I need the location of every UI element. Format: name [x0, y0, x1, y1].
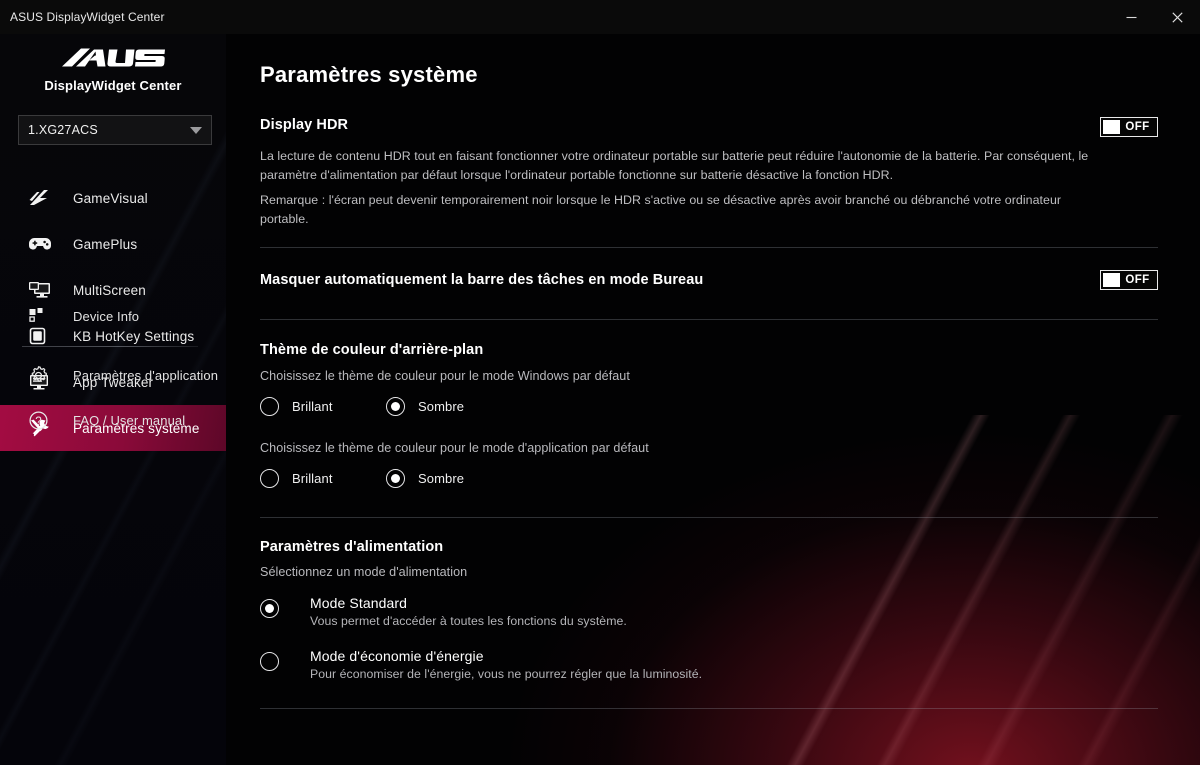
sidebar-content: DisplayWidget Center 1.XG27ACS GameVisua…	[0, 34, 226, 451]
brand: DisplayWidget Center	[0, 34, 226, 93]
radio-button[interactable]	[260, 652, 279, 671]
radio-option-windows-sombre[interactable]: Sombre	[386, 397, 464, 416]
main-panel: Paramètres système Display HDR OFF La le…	[226, 34, 1200, 765]
sidebar-item-app-settings[interactable]: Paramètres d'application	[0, 353, 226, 398]
power-option-standard[interactable]: Mode Standard Vous permet d'accéder à to…	[260, 595, 1158, 628]
toggle-state-label: OFF	[1125, 274, 1150, 286]
section-taskbar-autohide: Masquer automatiquement la barre des tâc…	[226, 270, 1200, 290]
power-option-description: Pour économiser de l'énergie, vous ne po…	[310, 667, 703, 681]
power-option-texts: Mode Standard Vous permet d'accéder à to…	[310, 595, 627, 628]
page-title: Paramètres système	[260, 62, 478, 87]
gear-icon	[28, 365, 56, 386]
display-hdr-title: Display HDR	[260, 117, 349, 133]
taskbar-autohide-toggle[interactable]: OFF	[1100, 270, 1158, 290]
color-theme-title: Thème de couleur d'arrière-plan	[260, 342, 484, 358]
gamevisual-icon	[28, 189, 56, 207]
sidebar-item-gameplus[interactable]: GamePlus	[0, 221, 226, 267]
sidebar-bottom: Device Info Paramètres d'application ? F…	[0, 294, 226, 451]
display-hdr-header: Display HDR OFF	[260, 117, 1158, 137]
power-option-description: Vous permet d'accéder à toutes les fonct…	[310, 614, 627, 628]
sidebar-item-faq[interactable]: ? FAQ / User manual	[0, 398, 226, 443]
section-power-settings: Paramètres d'alimentation Sélectionnez u…	[226, 539, 1200, 681]
divider-after-hdr	[260, 247, 1158, 248]
svg-text:?: ?	[35, 416, 41, 428]
sidebar-item-label: FAQ / User manual	[73, 413, 186, 428]
sidebar-divider	[22, 346, 198, 347]
radio-label: Sombre	[418, 471, 465, 486]
display-hdr-toggle[interactable]: OFF	[1100, 117, 1158, 137]
monitor-select-dropdown[interactable]: 1.XG27ACS	[18, 115, 212, 145]
toggle-state-label: OFF	[1125, 121, 1150, 133]
sidebar-item-device-info[interactable]: Device Info	[0, 294, 226, 338]
app-mode-radio-row: Brillant Sombre	[260, 469, 1158, 488]
power-option-label: Mode d'économie d'énergie	[310, 648, 484, 664]
display-hdr-paragraph-2: Remarque : l'écran peut devenir temporai…	[260, 193, 1062, 226]
radio-option-app-brillant[interactable]: Brillant	[260, 469, 386, 488]
close-icon	[1171, 11, 1183, 23]
power-radio-wrap	[260, 648, 310, 671]
chevron-down-icon	[190, 126, 202, 134]
power-title: Paramètres d'alimentation	[260, 539, 444, 555]
minimize-button[interactable]	[1108, 0, 1154, 34]
windows-mode-label: Choisissez le thème de couleur pour le m…	[260, 369, 630, 383]
asus-logo	[62, 48, 165, 67]
power-option-label: Mode Standard	[310, 595, 408, 611]
radio-button[interactable]	[260, 469, 279, 488]
radio-label: Sombre	[418, 399, 465, 414]
radio-button[interactable]	[260, 599, 279, 618]
sidebar: DisplayWidget Center 1.XG27ACS GameVisua…	[0, 34, 226, 765]
divider-after-color-theme	[260, 517, 1158, 518]
sidebar-item-label: GamePlus	[73, 236, 138, 252]
radio-button[interactable]	[386, 469, 405, 488]
sidebar-item-label: Device Info	[73, 308, 140, 324]
windows-mode-radio-row: Brillant Sombre	[260, 397, 1158, 416]
radio-button[interactable]	[386, 397, 405, 416]
gamepad-icon	[28, 235, 56, 253]
radio-label: Brillant	[292, 471, 333, 486]
radio-label: Brillant	[292, 399, 333, 414]
display-hdr-paragraph-1: La lecture de contenu HDR tout en faisan…	[260, 149, 1089, 182]
app-mode-label: Choisissez le thème de couleur pour le m…	[260, 441, 649, 455]
title-bar: ASUS DisplayWidget Center	[0, 0, 1200, 34]
window-title: ASUS DisplayWidget Center	[10, 10, 165, 24]
power-radio-wrap	[260, 595, 310, 618]
taskbar-title: Masquer automatiquement la barre des tâc…	[260, 272, 704, 288]
close-button[interactable]	[1154, 0, 1200, 34]
app-window: ASUS DisplayWidget Center DisplayWidget …	[0, 0, 1200, 765]
power-option-eco[interactable]: Mode d'économie d'énergie Pour économise…	[260, 648, 1158, 681]
sidebar-item-label: GameVisual	[73, 190, 148, 206]
sidebar-item-gamevisual[interactable]: GameVisual	[0, 175, 226, 221]
minimize-icon	[1126, 16, 1136, 18]
monitor-select-value: 1.XG27ACS	[28, 123, 98, 137]
radio-button[interactable]	[260, 397, 279, 416]
toggle-knob	[1103, 120, 1120, 134]
section-color-theme: Thème de couleur d'arrière-plan Choisiss…	[226, 342, 1200, 488]
question-icon: ?	[28, 410, 56, 431]
divider-bottom	[260, 708, 1158, 709]
blocks-icon	[28, 307, 56, 325]
radio-option-windows-brillant[interactable]: Brillant	[260, 397, 386, 416]
brand-subtitle: DisplayWidget Center	[44, 78, 182, 93]
power-option-texts: Mode d'économie d'énergie Pour économise…	[310, 648, 702, 681]
taskbar-header: Masquer automatiquement la barre des tâc…	[260, 270, 1158, 290]
radio-option-app-sombre[interactable]: Sombre	[386, 469, 464, 488]
power-subtitle: Sélectionnez un mode d'alimentation	[260, 565, 468, 579]
toggle-knob	[1103, 273, 1120, 287]
sidebar-item-label: Paramètres d'application	[73, 368, 219, 383]
main-content: Paramètres système Display HDR OFF La le…	[226, 62, 1200, 709]
divider-after-taskbar	[260, 319, 1158, 320]
section-display-hdr: Display HDR OFF La lecture de contenu HD…	[226, 117, 1200, 228]
